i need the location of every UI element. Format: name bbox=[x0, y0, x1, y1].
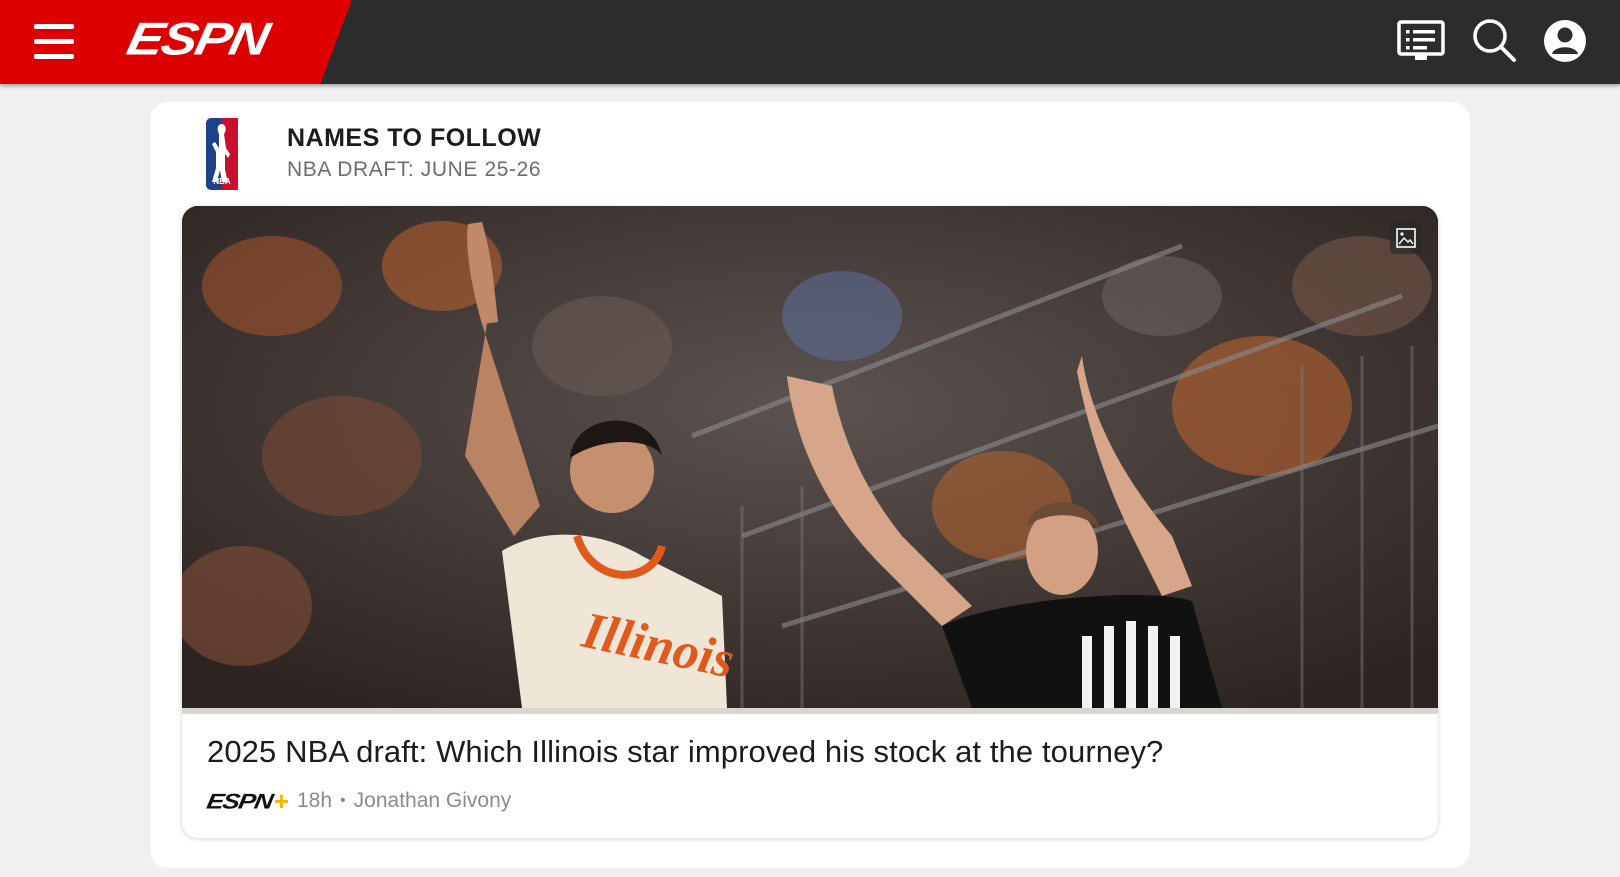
story-photo[interactable]: Illinois bbox=[182, 206, 1438, 708]
svg-text:NBA: NBA bbox=[213, 177, 231, 186]
top-nav-bar: ESPN bbox=[0, 0, 1620, 84]
story-age: 18h bbox=[297, 789, 333, 812]
photo-divider bbox=[182, 708, 1438, 714]
story-meta: ESPN + 18h • Jonathan Givony bbox=[204, 786, 512, 816]
story-author[interactable]: Jonathan Givony bbox=[354, 789, 512, 813]
espn-logo[interactable]: ESPN bbox=[123, 13, 304, 64]
scores-icon[interactable] bbox=[1396, 16, 1446, 66]
gallery-icon[interactable] bbox=[1390, 222, 1422, 254]
meta-separator: • bbox=[340, 792, 346, 809]
espn-plus-badge: ESPN + bbox=[204, 786, 289, 816]
nba-logo-icon: NBA bbox=[206, 118, 238, 190]
story-headline[interactable]: 2025 NBA draft: Which Illinois star impr… bbox=[207, 734, 1163, 770]
module-subtitle: NBA DRAFT: JUNE 25-26 bbox=[287, 158, 542, 181]
search-icon[interactable] bbox=[1470, 16, 1520, 66]
story-card[interactable]: Illinois 2025 NBA draft: Which Illinois … bbox=[182, 206, 1438, 838]
names-to-follow-card: NBA NAMES TO FOLLOW NBA DRAFT: JUNE 25-2… bbox=[150, 102, 1470, 868]
module-title: NAMES TO FOLLOW bbox=[287, 124, 542, 152]
menu-icon[interactable] bbox=[30, 20, 78, 64]
profile-icon[interactable] bbox=[1540, 16, 1590, 66]
